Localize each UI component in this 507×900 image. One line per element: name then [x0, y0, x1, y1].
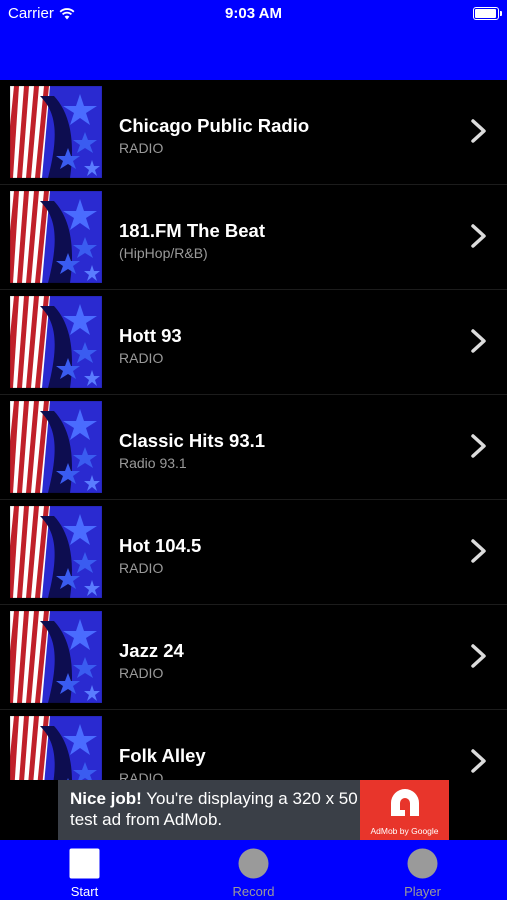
station-row[interactable]: 181.FM The Beat (HipHop/R&B)	[0, 185, 507, 290]
station-list[interactable]: Chicago Public Radio RADIO 181.FM The Be…	[0, 80, 507, 780]
tab-start[interactable]: Start	[0, 840, 169, 900]
chevron-right-icon	[470, 538, 488, 564]
station-subtitle: RADIO	[119, 665, 164, 681]
station-artwork	[10, 86, 102, 178]
battery-icon	[473, 7, 502, 20]
station-subtitle: Radio 93.1	[119, 455, 187, 471]
chevron-right-icon	[470, 328, 488, 354]
station-title: Chicago Public Radio	[119, 115, 310, 136]
circle-icon	[238, 848, 269, 879]
tab-label: Start	[70, 884, 99, 899]
ad-headline: Nice job!	[70, 789, 142, 808]
station-row[interactable]: Folk Alley RADIO	[0, 710, 507, 780]
station-title: Folk Alley	[119, 745, 206, 766]
top-header: Carrier 9:03 AM	[0, 0, 507, 80]
station-subtitle: RADIO	[119, 350, 164, 366]
admob-label: AdMob by Google	[370, 826, 439, 836]
station-artwork	[10, 611, 102, 703]
station-artwork	[10, 296, 102, 388]
tab-player[interactable]: Player	[338, 840, 507, 900]
battery-level	[475, 9, 496, 18]
station-row[interactable]: Hott 93 RADIO	[0, 290, 507, 395]
ad-text: Nice job! You're displaying a 320 x 50 t…	[70, 788, 360, 830]
chevron-right-icon	[470, 748, 488, 774]
station-title: Jazz 24	[119, 640, 184, 661]
chevron-right-icon	[470, 223, 488, 249]
station-title: Hott 93	[119, 325, 182, 346]
admob-logo: AdMob by Google	[360, 780, 449, 840]
station-artwork	[10, 401, 102, 493]
chevron-right-icon	[470, 643, 488, 669]
tab-record[interactable]: Record	[169, 840, 338, 900]
station-title: 181.FM The Beat	[119, 220, 265, 241]
square-icon	[69, 848, 100, 879]
station-subtitle: RADIO	[119, 140, 164, 156]
station-row[interactable]: Hot 104.5 RADIO	[0, 500, 507, 605]
admob-icon	[391, 789, 419, 816]
station-title: Classic Hits 93.1	[119, 430, 266, 451]
station-row[interactable]: Classic Hits 93.1 Radio 93.1	[0, 395, 507, 500]
station-artwork	[10, 506, 102, 598]
ad-banner[interactable]: Nice job! You're displaying a 320 x 50 t…	[58, 780, 449, 840]
station-row[interactable]: Jazz 24 RADIO	[0, 605, 507, 710]
station-subtitle: RADIO	[119, 770, 164, 780]
chevron-right-icon	[470, 433, 488, 459]
station-artwork	[10, 191, 102, 283]
tab-label: Player	[404, 884, 441, 899]
chevron-right-icon	[470, 118, 488, 144]
station-subtitle: (HipHop/R&B)	[119, 245, 208, 261]
circle-icon	[407, 848, 438, 879]
station-artwork	[10, 716, 102, 780]
tab-bar: Start Record Player	[0, 840, 507, 900]
station-row[interactable]: Chicago Public Radio RADIO	[0, 80, 507, 185]
station-title: Hot 104.5	[119, 535, 202, 556]
tab-label: Record	[232, 884, 275, 899]
station-subtitle: RADIO	[119, 560, 164, 576]
status-time: 9:03 AM	[225, 5, 282, 22]
status-bar: Carrier 9:03 AM	[0, 0, 507, 28]
ad-area: Nice job! You're displaying a 320 x 50 t…	[0, 780, 507, 840]
